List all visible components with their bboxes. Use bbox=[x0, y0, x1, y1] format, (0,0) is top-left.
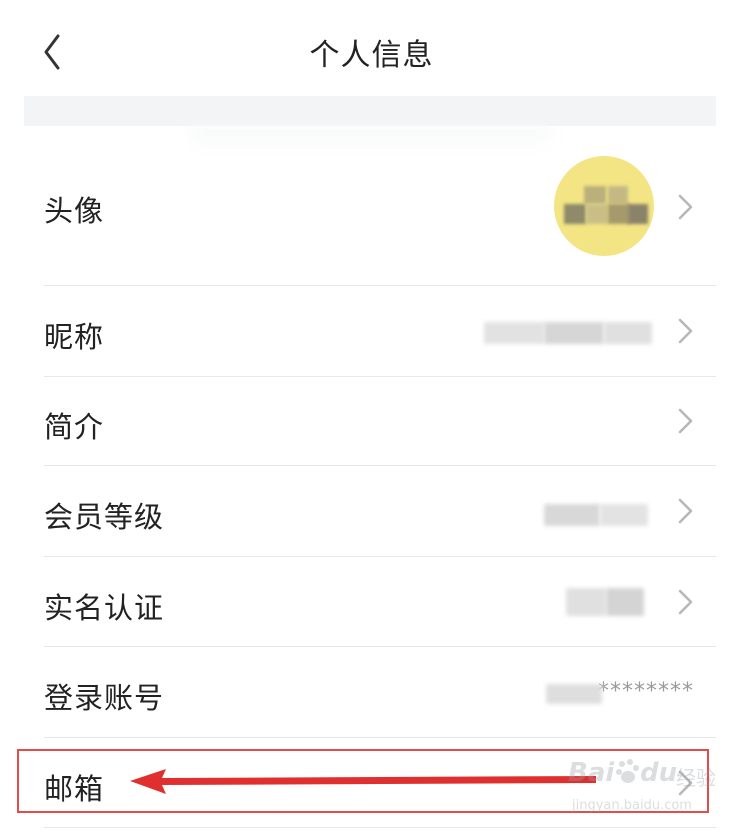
row-nickname-label: 昵称 bbox=[44, 320, 105, 354]
watermark-url: jingyan.baidu.com bbox=[572, 798, 692, 813]
avatar[interactable] bbox=[554, 156, 654, 256]
row-bio-label: 简介 bbox=[44, 410, 105, 444]
watermark-brand-suffix: du bbox=[640, 758, 678, 788]
section-separator-fade bbox=[190, 126, 550, 152]
baidu-jingyan-watermark: Bai du 经验 jingyan.baidu.com bbox=[568, 754, 718, 824]
member-level-value-redacted bbox=[544, 504, 600, 526]
chevron-right-icon bbox=[678, 408, 693, 434]
watermark-cn: 经验 bbox=[676, 766, 716, 790]
nickname-value-redacted bbox=[484, 322, 544, 344]
row-login-account: 登录账号 ******** bbox=[44, 647, 716, 737]
login-account-value-redacted bbox=[546, 684, 602, 704]
nickname-value-redacted bbox=[544, 322, 604, 344]
annotation-arrow bbox=[130, 769, 596, 794]
row-avatar-label: 头像 bbox=[44, 194, 105, 228]
member-level-value-redacted bbox=[600, 504, 648, 526]
top-nav-bar: 个人信息 bbox=[0, 0, 743, 96]
chevron-right-icon bbox=[678, 589, 693, 615]
nickname-value-redacted bbox=[604, 322, 652, 344]
row-bio[interactable]: 简介 bbox=[44, 377, 716, 465]
verification-value-redacted bbox=[566, 588, 606, 616]
chevron-right-icon bbox=[678, 498, 693, 524]
login-account-masked-value: ******** bbox=[598, 679, 694, 704]
page-title: 个人信息 bbox=[309, 38, 434, 73]
row-member-level-label: 会员等级 bbox=[44, 500, 165, 534]
divider bbox=[44, 827, 716, 828]
personal-info-page: 个人信息 头像 昵称 简介 会员等级 实名认证 登录账号 ******** 邮箱… bbox=[0, 0, 743, 834]
section-separator bbox=[24, 96, 716, 126]
row-login-account-label: 登录账号 bbox=[44, 681, 165, 715]
watermark-brand: Bai bbox=[568, 758, 615, 788]
chevron-right-icon bbox=[678, 194, 693, 220]
chevron-right-icon bbox=[678, 318, 693, 344]
row-real-name-label: 实名认证 bbox=[44, 591, 165, 625]
verification-value-redacted bbox=[606, 588, 644, 616]
paw-logo-icon bbox=[616, 759, 639, 783]
